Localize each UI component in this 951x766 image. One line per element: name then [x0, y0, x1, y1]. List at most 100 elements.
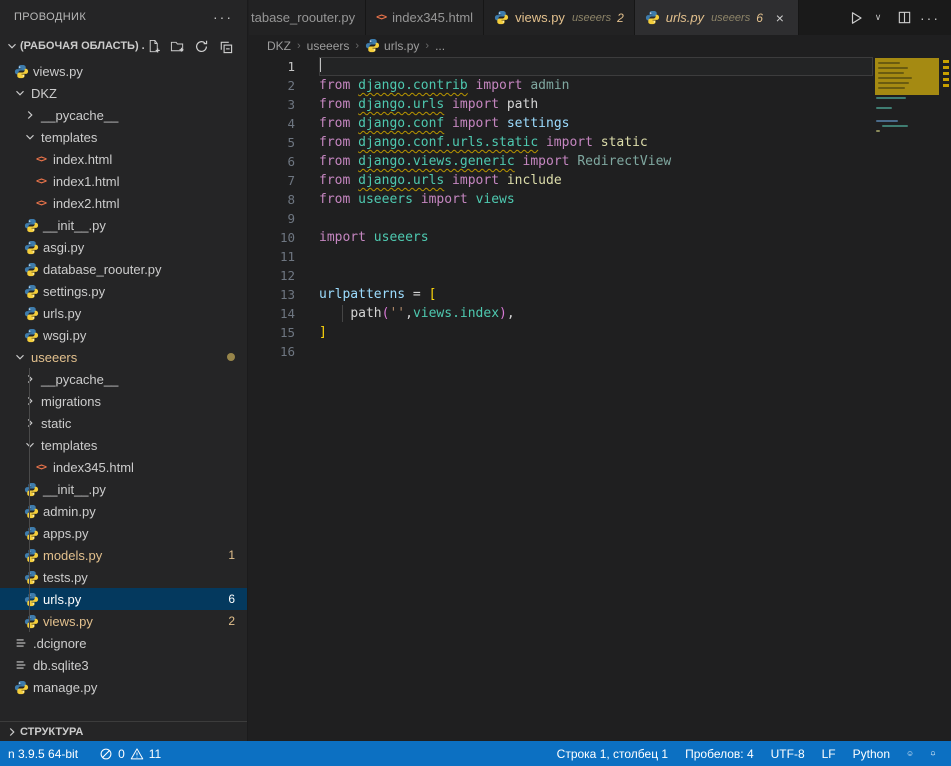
code-line-3[interactable]: 3from django.urls import path [249, 95, 873, 114]
new-file-icon[interactable] [145, 38, 161, 54]
status-indentation[interactable]: Пробелов: 4 [680, 743, 759, 764]
breadcrumb-item-urls-py[interactable]: urls.py [365, 38, 419, 53]
tree-item-useeers[interactable]: useeers [0, 346, 247, 368]
close-icon[interactable]: × [772, 10, 788, 26]
code-line-content: ] [319, 323, 873, 342]
collapse-all-icon[interactable] [217, 38, 233, 54]
bell-icon[interactable] [925, 746, 941, 762]
code-line-14[interactable]: 14 path('',views.index), [249, 304, 873, 323]
file-icon [12, 657, 30, 673]
html-icon: <> [32, 459, 50, 475]
status-eol[interactable]: LF [817, 743, 841, 764]
workspace-section-header[interactable]: (РАБОЧАЯ ОБЛАСТЬ) ... [0, 34, 247, 58]
code-line-11[interactable]: 11 [249, 247, 873, 266]
tree-item-settings-py[interactable]: settings.py [0, 280, 247, 302]
status-bar-left: n 3.9.5 64-bit 0 11 [0, 743, 166, 764]
code-line-1[interactable]: 1 [249, 57, 873, 76]
code-editor[interactable]: 12from django.contrib import admin3from … [249, 56, 951, 741]
chevron-down-icon [22, 437, 38, 453]
code-line-2[interactable]: 2from django.contrib import admin [249, 76, 873, 95]
tree-item-index1-html[interactable]: <>index1.html [0, 170, 247, 192]
tree-item-tests-py[interactable]: tests.py [0, 566, 247, 588]
tree-item-static[interactable]: static [0, 412, 247, 434]
tree-item-urls-py[interactable]: urls.py [0, 302, 247, 324]
breadcrumb-item-[interactable]: ... [435, 39, 445, 53]
overview-ruler[interactable] [941, 56, 951, 741]
status-problems[interactable]: 0 11 [93, 743, 166, 764]
tree-item-index-html[interactable]: <>index.html [0, 148, 247, 170]
status-python-version[interactable]: n 3.9.5 64-bit [3, 743, 83, 764]
explorer-more-actions-icon[interactable]: ··· [213, 12, 233, 22]
minimap-line [878, 87, 905, 89]
outline-section-title: СТРУКТУРА [20, 726, 247, 738]
code-line-10[interactable]: 10import useeers [249, 228, 873, 247]
python-icon [22, 283, 40, 299]
tree-item-views-py[interactable]: views.py [0, 60, 247, 82]
code-line-content: from django.urls import path [319, 95, 873, 114]
code-line-12[interactable]: 12 [249, 266, 873, 285]
tab-views-py[interactable]: views.pyuseeers2 [484, 0, 635, 35]
status-encoding[interactable]: UTF-8 [766, 743, 810, 764]
minimap-line [876, 107, 892, 109]
tab-problems-badge: 6 [756, 11, 763, 25]
code-line-5[interactable]: 5from django.conf.urls.static import sta… [249, 133, 873, 152]
tree-item-views-py[interactable]: views.py2 [0, 610, 247, 632]
tree-item-database-roouter-py[interactable]: database_roouter.py [0, 258, 247, 280]
chevron-right-icon [22, 415, 38, 431]
tree-item-index2-html[interactable]: <>index2.html [0, 192, 247, 214]
code-line-15[interactable]: 15] [249, 323, 873, 342]
html-icon: <> [376, 12, 386, 23]
tab-tabase-roouter-py[interactable]: tabase_roouter.py [249, 0, 366, 35]
tree-item-pycache[interactable]: __pycache__ [0, 104, 247, 126]
item-label: wsgi.py [43, 328, 86, 343]
status-cursor-position[interactable]: Строка 1, столбец 1 [552, 743, 673, 764]
tree-item-models-py[interactable]: models.py1 [0, 544, 247, 566]
code-line-content: from django.urls import include [319, 171, 873, 190]
tree-item-urls-py[interactable]: urls.py6 [0, 588, 247, 610]
tree-item-init-py[interactable]: __init__.py [0, 214, 247, 236]
minimap[interactable] [875, 56, 941, 741]
tree-item-dkz[interactable]: DKZ [0, 82, 247, 104]
new-folder-icon[interactable] [169, 38, 185, 54]
tab-index345-html[interactable]: <>index345.html [366, 0, 484, 35]
tree-item-init-py[interactable]: __init__.py [0, 478, 247, 500]
tree-item-index345-html[interactable]: <>index345.html [0, 456, 247, 478]
line-number: 8 [249, 190, 295, 209]
code-line-8[interactable]: 8from useeers import views [249, 190, 873, 209]
code-line-7[interactable]: 7from django.urls import include [249, 171, 873, 190]
feedback-icon[interactable] [902, 746, 918, 762]
tree-item-db-sqlite3[interactable]: db.sqlite3 [0, 654, 247, 676]
ellipsis-icon[interactable]: ··· [919, 7, 941, 29]
tree-item-apps-py[interactable]: apps.py [0, 522, 247, 544]
status-language[interactable]: Python [848, 743, 895, 764]
chevron-down-icon[interactable]: ∨ [867, 7, 889, 29]
tree-item-pycache[interactable]: __pycache__ [0, 368, 247, 390]
item-label: index.html [53, 152, 112, 167]
tree-item-templates[interactable]: templates [0, 434, 247, 456]
file-icon [12, 635, 30, 651]
breadcrumb-item-useeers[interactable]: useeers [307, 39, 350, 53]
code-line-6[interactable]: 6from django.views.generic import Redire… [249, 152, 873, 171]
minimap-line [876, 97, 906, 99]
run-icon[interactable] [845, 7, 867, 29]
tree-item-admin-py[interactable]: admin.py [0, 500, 247, 522]
code-line-13[interactable]: 13urlpatterns = [ [249, 285, 873, 304]
split-editor-icon[interactable] [893, 7, 915, 29]
tree-item-templates[interactable]: templates [0, 126, 247, 148]
tree-item-asgi-py[interactable]: asgi.py [0, 236, 247, 258]
tree-item-migrations[interactable]: migrations [0, 390, 247, 412]
code-line-16[interactable]: 16 [249, 342, 873, 361]
outline-section-header[interactable]: СТРУКТУРА [0, 721, 247, 741]
tree-item-wsgi-py[interactable]: wsgi.py [0, 324, 247, 346]
error-count: 0 [118, 747, 125, 761]
code-line-4[interactable]: 4from django.conf import settings [249, 114, 873, 133]
tree-item-manage-py[interactable]: manage.py [0, 676, 247, 698]
item-label: views.py [33, 64, 83, 79]
tab-detail: useeers [711, 12, 750, 24]
code-line-9[interactable]: 9 [249, 209, 873, 228]
refresh-icon[interactable] [193, 38, 209, 54]
tree-item-dcignore[interactable]: .dcignore [0, 632, 247, 654]
code-line-content: import useeers [319, 228, 873, 247]
tab-urls-py[interactable]: urls.pyuseeers6× [635, 0, 799, 35]
breadcrumb-item-dkz[interactable]: DKZ [267, 39, 291, 53]
